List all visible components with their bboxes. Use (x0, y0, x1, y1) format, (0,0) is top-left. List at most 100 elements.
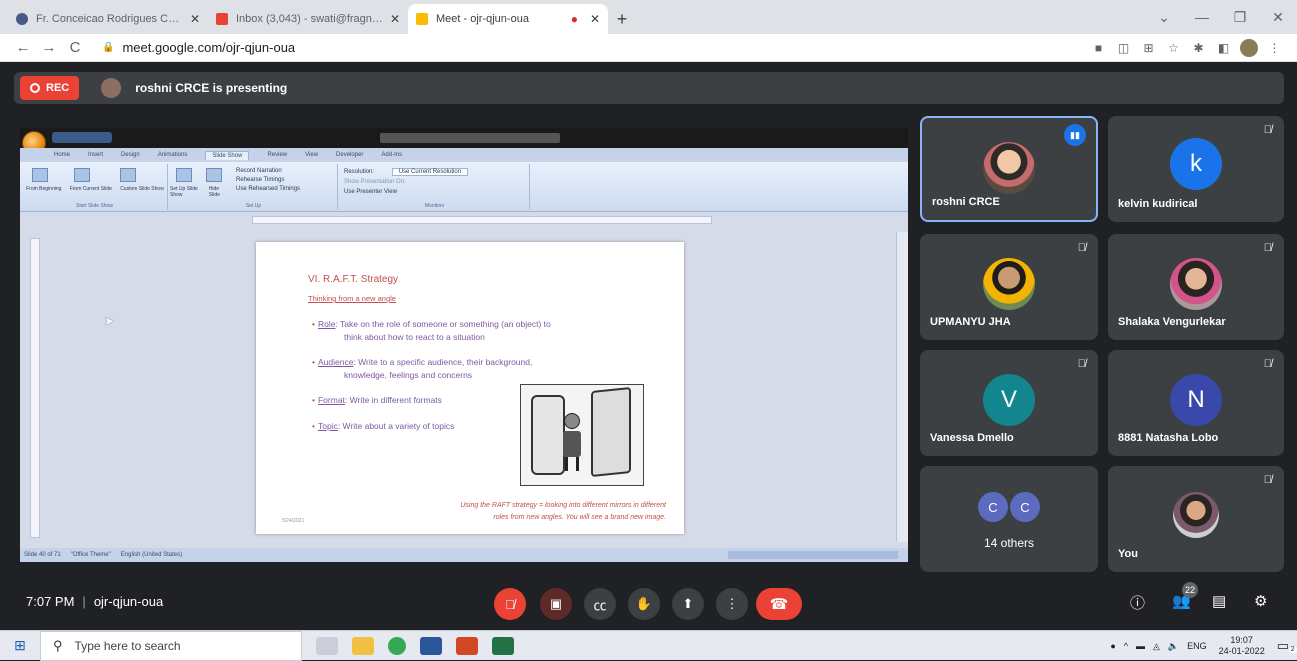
captions-button[interactable]: ㏄ (584, 588, 616, 620)
search-icon: ⚲ (53, 637, 63, 653)
windows-taskbar: ⊞ ⚲ Type here to search ● ^ ▬ ◬ 🔈 ENG 19… (0, 630, 1297, 661)
powerpoint-icon[interactable] (456, 636, 478, 655)
participant-tile-you[interactable]: 🎙̸ You (1108, 466, 1284, 572)
tab-title: Inbox (3,043) - swati@fragnel.ed (236, 13, 384, 25)
present-screen-button[interactable]: ⬆ (672, 588, 704, 620)
profile-avatar[interactable] (1240, 39, 1258, 57)
ribbon-group-label: Start Slide Show (76, 203, 113, 209)
minimize-button[interactable]: — (1183, 9, 1221, 25)
resolution-select: Use Current Resolution (391, 168, 469, 176)
separator: | (82, 594, 86, 609)
back-button[interactable]: ← (10, 39, 36, 56)
new-tab-button[interactable]: + (608, 4, 636, 34)
participant-tile-others[interactable]: C C 14 others (920, 466, 1098, 572)
bullet-term: Audience (317, 357, 354, 367)
gmail-favicon-icon (216, 13, 228, 25)
chrome-icon[interactable] (388, 636, 406, 655)
slide-date: 5/24/2021 (282, 518, 305, 524)
tab-search-icon[interactable]: ⌄ (1145, 9, 1183, 26)
leave-call-button[interactable]: ☎ (756, 588, 802, 620)
browser-tab-meet[interactable]: Meet - ojr-qjun-oua ● ✕ (408, 4, 608, 34)
file-explorer-icon[interactable] (352, 636, 374, 655)
powerpoint-title-bar (20, 128, 908, 155)
notification-center-icon[interactable]: ▭ 2 (1277, 638, 1297, 654)
close-window-button[interactable]: ✕ (1259, 9, 1297, 26)
participant-initial-avatar: N (1170, 374, 1222, 426)
screen-share-icon[interactable]: ◫ (1111, 41, 1136, 55)
participant-name: You (1118, 548, 1138, 560)
recording-badge[interactable]: REC (20, 76, 80, 100)
tab-title: Fr. Conceicao Rodrigues College (36, 13, 184, 25)
task-view-icon[interactable] (316, 636, 338, 655)
mouse-cursor-icon: ➤ (104, 314, 115, 328)
reload-button[interactable]: C (62, 39, 88, 56)
activities-icon[interactable]: ⚙ (1254, 592, 1267, 610)
side-panel-icon[interactable]: ◧ (1211, 41, 1236, 55)
network-people-icon[interactable]: ● (1110, 641, 1115, 651)
wifi-icon[interactable]: ◬ (1153, 641, 1160, 652)
bullet-term: Format (317, 395, 345, 405)
tab-title: Meet - ojr-qjun-oua (436, 13, 529, 25)
meeting-time: 7:07 PM (26, 594, 75, 609)
show-on-label: Show Presentation On: (344, 179, 406, 185)
ribbon-group-label: Set Up (245, 203, 262, 209)
install-icon[interactable]: ⊞ (1136, 41, 1161, 55)
meeting-info-icon[interactable]: ⓘ (1130, 592, 1145, 613)
excel-icon[interactable] (492, 636, 514, 655)
word-icon[interactable] (420, 636, 442, 655)
mirror-right (591, 386, 631, 478)
window-title (380, 133, 560, 143)
participant-tile-upmanyu[interactable]: 🎙̸ UPMANYU JHA (920, 234, 1098, 340)
chat-icon[interactable]: ▤ (1212, 592, 1226, 610)
tray-chevron-icon[interactable]: ^ (1124, 641, 1128, 651)
slide-bullet-format: • Format: Write in different formats (312, 394, 512, 407)
college-favicon-icon (16, 13, 28, 25)
volume-icon[interactable]: 🔈 (1168, 641, 1179, 652)
custom-show-icon (120, 168, 136, 182)
battery-icon[interactable]: ▬ (1136, 641, 1145, 651)
participant-photo (983, 142, 1035, 194)
close-tab-icon[interactable]: ✕ (390, 12, 400, 26)
status-language: English (United States) (120, 552, 183, 558)
slide-title: VI. R.A.F.T. Strategy (308, 274, 399, 285)
raise-hand-button[interactable]: ✋ (628, 588, 660, 620)
browser-tab-college[interactable]: Fr. Conceicao Rodrigues College ✕ (8, 4, 208, 34)
participant-tile-natasha[interactable]: 🎙̸ N 8881 Natasha Lobo (1108, 350, 1284, 456)
presenting-text: roshni CRCE is presenting (135, 81, 288, 95)
participant-name: roshni CRCE (932, 196, 1000, 208)
lock-icon[interactable]: 🔒 (102, 42, 114, 53)
ribbon-group-label: Monitors (424, 203, 445, 209)
ribbon-tab: Design (121, 152, 140, 158)
close-tab-icon[interactable]: ✕ (190, 12, 200, 26)
bookmark-star-icon[interactable]: ☆ (1161, 41, 1186, 55)
camera-off-button[interactable]: ▣ (540, 588, 572, 620)
bullet-continuation: knowledge, feelings and concerns (344, 370, 473, 380)
participant-tile-vanessa[interactable]: 🎙̸ V Vanessa Dmello (920, 350, 1098, 456)
participant-name: Vanessa Dmello (930, 432, 1014, 444)
forward-button[interactable]: → (36, 39, 62, 56)
close-tab-icon[interactable]: ✕ (590, 12, 600, 26)
ribbon-button-label: From Beginning (26, 186, 62, 192)
shared-screen: Home Insert Design Animations Slide Show… (20, 128, 908, 562)
participant-tile-shalaka[interactable]: 🎙̸ Shalaka Vengurlekar (1108, 234, 1284, 340)
menu-kebab-icon[interactable]: ⋮ (1262, 41, 1287, 55)
ribbon-group-setup: Set Up Slide Show Hide Slide Record Narr… (170, 164, 338, 210)
maximize-button[interactable]: ❐ (1221, 9, 1259, 26)
more-options-button[interactable]: ⋮ (716, 588, 748, 620)
participant-tile-roshni[interactable]: ▮▮ roshni CRCE (920, 116, 1098, 222)
browser-tab-gmail[interactable]: Inbox (3,043) - swati@fragnel.ed ✕ (208, 4, 408, 34)
bullet-dot: • (312, 395, 315, 405)
language-indicator[interactable]: ENG (1187, 641, 1207, 651)
participant-tile-kelvin[interactable]: 🎙̸ k kelvin kudirical (1108, 116, 1284, 222)
mic-off-button[interactable]: 🎙̸ (494, 588, 526, 620)
ribbon-button-label: From Current Slide (69, 186, 112, 192)
speaking-indicator-icon: ▮▮ (1064, 124, 1086, 146)
hide-slide-icon (206, 168, 222, 182)
taskbar-clock[interactable]: 19:07 24-01-2022 (1219, 635, 1265, 657)
taskbar-search[interactable]: ⚲ Type here to search (40, 630, 302, 661)
windows-start-icon[interactable]: ⊞ (0, 637, 40, 654)
url-field[interactable]: 🔒 meet.google.com/ojr-qjun-oua (102, 40, 295, 55)
camera-indicator-icon[interactable]: ■ (1086, 41, 1111, 55)
quick-access-toolbar (52, 132, 112, 143)
extensions-puzzle-icon[interactable]: ✱ (1186, 41, 1211, 55)
